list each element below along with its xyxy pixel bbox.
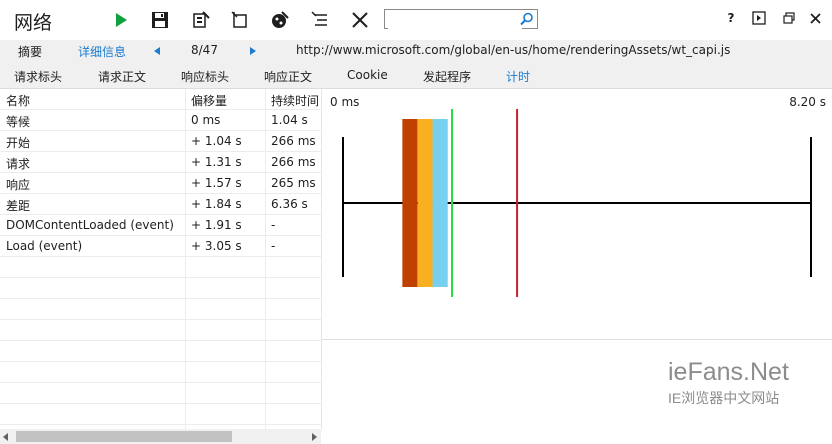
save-button[interactable] bbox=[149, 9, 171, 31]
clear-cache-icon bbox=[193, 11, 210, 28]
timeline-start-label: 0 ms bbox=[330, 95, 359, 109]
clear-cache-button[interactable] bbox=[190, 9, 212, 31]
horizontal-scrollbar[interactable] bbox=[0, 429, 321, 444]
column-header-offset[interactable]: 偏移量 bbox=[191, 92, 267, 109]
scroll-right-arrow-icon[interactable] bbox=[312, 433, 317, 441]
detail-view-button[interactable]: 详细信息 bbox=[78, 43, 126, 60]
timeline-end-label: 8.20 s bbox=[789, 95, 826, 109]
row-duration: 1.04 s bbox=[271, 113, 308, 127]
timeline-chart: 0 ms 8.20 s bbox=[330, 95, 826, 297]
row-name: 开始 bbox=[6, 136, 31, 150]
row-offset: + 1.31 s bbox=[191, 155, 242, 169]
timeline-segment-0 bbox=[402, 119, 418, 287]
search-input[interactable] bbox=[388, 11, 522, 29]
next-request-icon[interactable] bbox=[250, 47, 256, 55]
tab-timings[interactable]: 计时 bbox=[506, 68, 530, 85]
row-duration: 266 ms bbox=[271, 134, 316, 148]
close-icon bbox=[809, 12, 821, 24]
filter-button[interactable] bbox=[309, 9, 331, 31]
detail-tabs: 请求标头 请求正文 响应标头 响应正文 Cookie 发起程序 计时 bbox=[0, 62, 832, 89]
row-name: 响应 bbox=[6, 178, 31, 192]
table-row[interactable]: 等候 0 ms 1.04 s bbox=[0, 110, 321, 131]
summary-view-button[interactable]: 摘要 bbox=[18, 43, 42, 60]
play-icon bbox=[116, 13, 127, 27]
tab-initiator[interactable]: 发起程序 bbox=[423, 68, 471, 85]
clear-cookies-button[interactable] bbox=[269, 9, 291, 31]
row-duration: 266 ms bbox=[271, 155, 316, 169]
column-header-name[interactable]: 名称 bbox=[6, 92, 182, 109]
tab-request-body[interactable]: 请求正文 bbox=[98, 68, 146, 85]
row-duration: - bbox=[271, 218, 276, 232]
empty-row bbox=[0, 299, 321, 320]
search-icon[interactable] bbox=[520, 12, 534, 26]
row-duration: 265 ms bbox=[271, 176, 316, 190]
table-row[interactable]: 响应 + 1.57 s 265 ms bbox=[0, 173, 321, 194]
dock-icon bbox=[752, 11, 766, 25]
detail-nav-bar: 摘要 详细信息 8/47 http://www.microsoft.com/gl… bbox=[0, 40, 832, 62]
request-position: 8/47 bbox=[191, 43, 218, 57]
table-row[interactable]: 差距 + 1.84 s 6.36 s bbox=[0, 194, 321, 215]
new-session-icon bbox=[231, 11, 247, 28]
tab-request-headers[interactable]: 请求标头 bbox=[14, 68, 62, 85]
watermark-subtitle: IE浏览器中文网站 bbox=[668, 390, 780, 406]
row-name: DOMContentLoaded (event) bbox=[6, 218, 174, 232]
empty-row bbox=[0, 383, 321, 404]
row-duration: - bbox=[271, 239, 276, 253]
row-name: Load (event) bbox=[6, 239, 83, 253]
previous-request-icon[interactable] bbox=[154, 47, 160, 55]
help-button[interactable]: ? bbox=[722, 9, 740, 27]
table-header-row: 名称 偏移量 持续时间 bbox=[0, 89, 321, 110]
tab-cookies[interactable]: Cookie bbox=[347, 68, 388, 82]
timeline-segment-1 bbox=[417, 119, 433, 287]
empty-row bbox=[0, 341, 321, 362]
row-offset: + 3.05 s bbox=[191, 239, 242, 253]
row-offset: + 1.84 s bbox=[191, 197, 242, 211]
timeline-segment-2 bbox=[432, 119, 448, 287]
close-button[interactable] bbox=[349, 9, 371, 31]
row-offset: + 1.57 s bbox=[191, 176, 242, 190]
close-devtools-button[interactable] bbox=[806, 9, 824, 27]
save-icon bbox=[152, 12, 168, 28]
restore-window-icon bbox=[783, 12, 795, 24]
cookie-icon bbox=[272, 11, 289, 28]
toolbar: 网络 ? bbox=[0, 0, 832, 40]
row-offset: 0 ms bbox=[191, 113, 221, 127]
undock-button[interactable] bbox=[780, 9, 798, 27]
table-row[interactable]: Load (event) + 3.05 s - bbox=[0, 236, 321, 257]
request-url: http://www.microsoft.com/global/en-us/ho… bbox=[296, 43, 731, 57]
empty-row bbox=[0, 404, 321, 425]
tab-response-body[interactable]: 响应正文 bbox=[264, 68, 312, 85]
empty-row bbox=[0, 278, 321, 299]
row-name: 差距 bbox=[6, 199, 31, 213]
row-duration: 6.36 s bbox=[271, 197, 308, 211]
empty-row bbox=[0, 257, 321, 278]
empty-row bbox=[0, 362, 321, 383]
new-session-button[interactable] bbox=[229, 9, 251, 31]
play-button[interactable] bbox=[110, 9, 132, 31]
column-header-duration[interactable]: 持续时间 bbox=[271, 92, 321, 109]
watermark-logo-text: ieFans.Net bbox=[668, 358, 789, 386]
tool-title: 网络 bbox=[14, 12, 53, 34]
row-name: 请求 bbox=[6, 157, 31, 171]
tab-response-headers[interactable]: 响应标头 bbox=[181, 68, 229, 85]
row-offset: + 1.91 s bbox=[191, 218, 242, 232]
filter-list-icon bbox=[311, 11, 327, 26]
row-offset: + 1.04 s bbox=[191, 134, 242, 148]
table-row[interactable]: 请求 + 1.31 s 266 ms bbox=[0, 152, 321, 173]
close-icon bbox=[352, 12, 368, 28]
search-box[interactable] bbox=[384, 9, 538, 29]
dock-button[interactable] bbox=[750, 9, 768, 27]
timing-waterfall: 0 ms 8.20 s bbox=[322, 89, 832, 339]
empty-row bbox=[0, 320, 321, 341]
row-name: 等候 bbox=[6, 115, 31, 129]
scroll-left-arrow-icon[interactable] bbox=[3, 433, 8, 441]
table-row[interactable]: DOMContentLoaded (event) + 1.91 s - bbox=[0, 215, 321, 236]
scrollbar-thumb[interactable] bbox=[16, 431, 232, 442]
table-row[interactable]: 开始 + 1.04 s 266 ms bbox=[0, 131, 321, 152]
timing-table: 名称 偏移量 持续时间 等候 0 ms 1.04 s 开始 + 1.04 s 2… bbox=[0, 89, 322, 429]
